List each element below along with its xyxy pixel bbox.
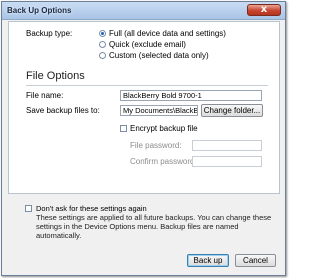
radio-full[interactable] (99, 30, 106, 37)
window-title: Back Up Options (7, 6, 72, 15)
encrypt-label[interactable]: Encrypt backup file (130, 124, 198, 133)
title-bar: Back Up Options x (2, 2, 285, 20)
file-password-input[interactable] (192, 140, 262, 151)
close-button[interactable]: x (247, 4, 281, 16)
backup-type-label: Backup type: (26, 29, 73, 38)
dont-ask-checkbox[interactable] (25, 205, 32, 212)
confirm-password-label: Confirm password: (130, 157, 197, 166)
radio-custom-label[interactable]: Custom (selected data only) (109, 51, 209, 60)
options-panel: Backup type: Full (all device data and s… (8, 21, 280, 194)
file-password-label: File password: (130, 141, 182, 150)
backup-options-dialog: Back Up Options x Backup type: Full (all… (1, 1, 286, 276)
encrypt-checkbox[interactable] (120, 125, 127, 132)
section-divider (26, 85, 268, 86)
save-to-label: Save backup files to: (26, 106, 100, 115)
file-options-heading: File Options (26, 70, 85, 82)
save-to-input[interactable]: My Documents\BlackBerr (120, 105, 198, 116)
change-folder-button[interactable]: Change folder... (201, 104, 263, 117)
close-icon: x (260, 4, 268, 15)
settings-note: These settings are applied to all future… (36, 213, 272, 240)
file-name-input[interactable]: BlackBerry Bold 9700-1 (120, 90, 262, 101)
radio-custom[interactable] (99, 52, 106, 59)
cancel-button[interactable]: Cancel (235, 254, 276, 267)
confirm-password-input[interactable] (192, 156, 262, 167)
radio-quick[interactable] (99, 41, 106, 48)
radio-quick-label[interactable]: Quick (exclude email) (109, 40, 186, 49)
back-up-button[interactable]: Back up (187, 254, 229, 267)
dont-ask-label[interactable]: Don't ask for these settings again (36, 204, 147, 213)
radio-full-label[interactable]: Full (all device data and settings) (109, 29, 226, 38)
file-name-label: File name: (26, 91, 64, 100)
